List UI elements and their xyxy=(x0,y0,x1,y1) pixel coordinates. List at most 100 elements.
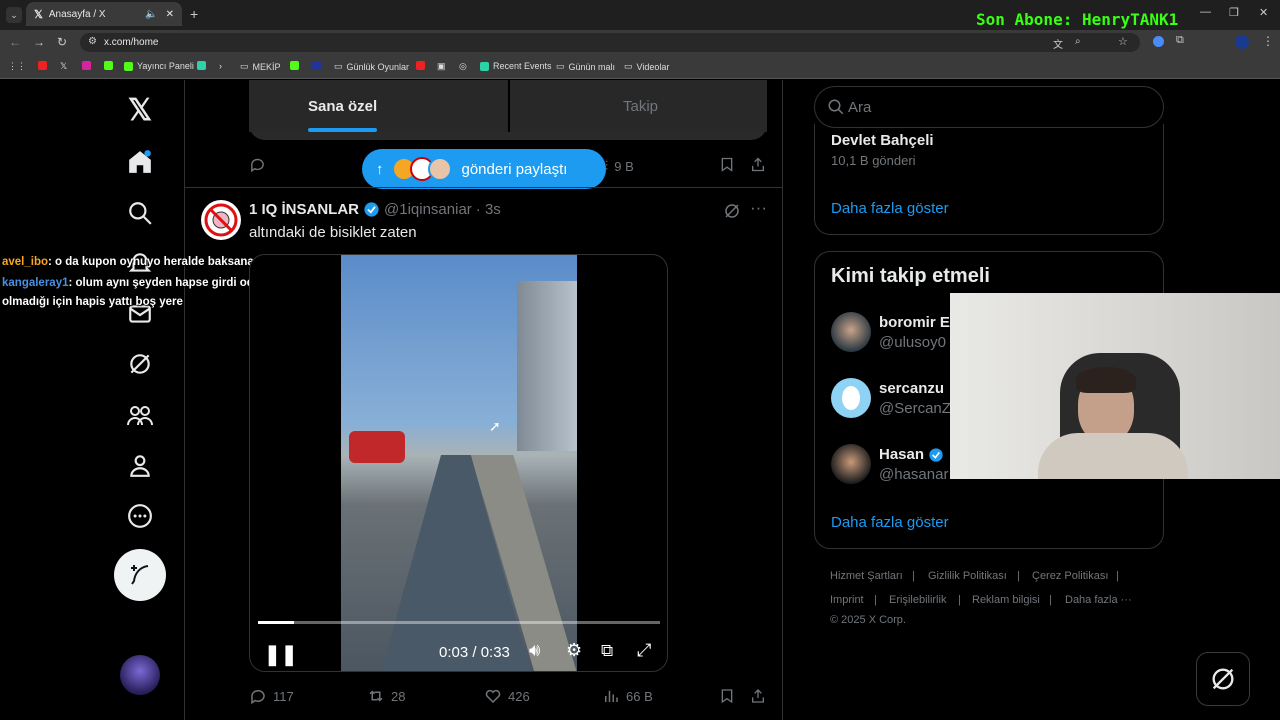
footer-link-accessibility[interactable]: Erişilebilirlik xyxy=(889,594,946,606)
apps-grid-icon[interactable]: ⋮⋮ xyxy=(8,61,26,72)
volume-icon[interactable]: 🔊︎ xyxy=(529,640,540,661)
kick-bookmark-icon[interactable] xyxy=(104,61,113,70)
trends-show-more-link[interactable]: Daha fazla göster xyxy=(831,200,949,217)
back-icon[interactable]: ← xyxy=(9,35,21,49)
left-navigation: 𝕏 xyxy=(0,80,185,720)
post-author-avatar[interactable] xyxy=(201,200,241,240)
x-favicon-icon: 𝕏 xyxy=(34,8,43,21)
browser-tab[interactable]: 𝕏 Anasayfa / X 🔈 ✕ xyxy=(26,2,182,26)
extensions-puzzle-icon[interactable]: ⧉ xyxy=(1176,34,1184,47)
footer-link-cookies[interactable]: Çerez Politikası xyxy=(1032,570,1108,582)
home-icon[interactable] xyxy=(120,142,160,182)
window-minimize-button[interactable]: — xyxy=(1200,6,1211,18)
bookmark-yayinci-paneli[interactable]: Yayıncı Paneli xyxy=(124,61,194,71)
extension-icon[interactable] xyxy=(1153,36,1164,47)
footer-link-imprint[interactable]: Imprint xyxy=(830,594,864,606)
bookmark-icon-1[interactable] xyxy=(197,61,206,70)
bookmark-folder-mekip[interactable]: ▭ MEKİP xyxy=(240,61,281,72)
explore-search-icon[interactable] xyxy=(120,193,160,233)
instagram-bookmark-icon[interactable] xyxy=(82,61,91,70)
post-time[interactable]: · 3s xyxy=(476,201,501,218)
post-author-name[interactable]: 1 IQ İNSANLAR xyxy=(249,201,359,218)
url-text: x.com/home xyxy=(104,37,159,48)
suggestion-handle: @hasanar xyxy=(879,466,949,483)
bookmark-icon xyxy=(721,157,733,172)
translate-icon[interactable]: 文 xyxy=(1053,36,1063,51)
search-icon xyxy=(828,99,844,115)
compose-post-button[interactable] xyxy=(114,549,166,601)
communities-icon[interactable] xyxy=(120,395,160,435)
new-posts-pill[interactable]: ↑ gönderi paylaştı xyxy=(362,149,606,189)
address-bar-row: ← → ↻ ⚙ x.com/home 文 ⌕ ☆ ⧉ ⋮ xyxy=(0,30,1280,55)
reply-button[interactable]: 117 xyxy=(249,687,294,705)
tab-search-icon[interactable]: ⌄ xyxy=(6,7,22,23)
profile-avatar[interactable] xyxy=(1235,35,1249,49)
profile-icon[interactable] xyxy=(120,445,160,485)
zoom-icon[interactable]: ⌕ xyxy=(1075,36,1081,47)
prev-bookmark-button[interactable] xyxy=(719,156,735,173)
globe-bookmark-icon[interactable]: ◎ xyxy=(459,61,467,72)
address-bar[interactable]: ⚙ x.com/home 文 ⌕ ☆ xyxy=(80,33,1140,52)
tab-following[interactable]: Takip xyxy=(508,80,767,132)
new-tab-button[interactable]: + xyxy=(190,6,198,22)
more-options-icon[interactable] xyxy=(120,496,160,536)
post-handle[interactable]: @1iqinsaniar xyxy=(384,201,472,218)
browser-tab-bar: ⌄ 𝕏 Anasayfa / X 🔈 ✕ + Son Abone: HenryT… xyxy=(0,0,1280,30)
forward-icon[interactable]: → xyxy=(33,35,45,49)
grok-icon[interactable] xyxy=(120,344,160,384)
video-time: 0:03 / 0:33 xyxy=(439,644,510,661)
footer-sep: | xyxy=(912,570,915,582)
tab-for-you[interactable]: Sana özel xyxy=(249,80,508,132)
bookmark-icon-2[interactable]: › xyxy=(219,61,222,71)
stream-overlay-last-sub: Son Abone: HenryTANK1 xyxy=(976,10,1179,29)
bookmark-folder-videolar[interactable]: ▭ Videolar xyxy=(624,61,669,72)
footer-link-more[interactable]: Daha fazla ··· xyxy=(1065,594,1132,606)
youtube-bookmark-icon[interactable] xyxy=(38,61,47,70)
x-bookmark-icon[interactable]: 𝕏 xyxy=(60,61,67,72)
prev-share-button[interactable] xyxy=(750,156,766,173)
bookmark-folder-gunun-mali[interactable]: ▭ Günün malı xyxy=(556,61,615,72)
bookmark-star-icon[interactable]: ☆ xyxy=(1118,35,1128,48)
prev-views-button[interactable]: ⫶ 9 B xyxy=(605,158,634,174)
tab-close-icon[interactable]: ✕ xyxy=(166,9,174,20)
like-button[interactable]: 426 xyxy=(484,687,530,705)
settings-gear-icon[interactable]: ⚙ xyxy=(566,640,582,661)
bookmark-recent-events[interactable]: Recent Events xyxy=(480,61,552,71)
repost-button[interactable]: 28 xyxy=(367,687,405,705)
prev-reply-button[interactable] xyxy=(249,156,266,173)
footer-link-terms[interactable]: Hizmet Şartları xyxy=(830,570,903,582)
grok-floating-button[interactable] xyxy=(1196,652,1250,706)
browser-menu-icon[interactable]: ⋮ xyxy=(1262,34,1274,48)
share-button[interactable] xyxy=(750,687,766,705)
search-input[interactable]: Ara xyxy=(814,86,1164,128)
video-car xyxy=(349,431,405,463)
fullscreen-icon[interactable]: ⤢ xyxy=(637,640,651,661)
video-progress-track[interactable] xyxy=(258,621,660,624)
image-bookmark-icon[interactable]: ▣ xyxy=(437,61,446,72)
kick-bookmark-icon-2[interactable] xyxy=(290,61,299,70)
post-more-icon[interactable]: ··· xyxy=(750,198,767,218)
pause-button[interactable]: ❚❚ xyxy=(264,642,298,667)
account-avatar[interactable] xyxy=(120,655,160,695)
footer-link-ads-info[interactable]: Reklam bilgisi xyxy=(972,594,1040,606)
reload-icon[interactable]: ↻ xyxy=(57,35,67,49)
window-maximize-button[interactable]: ❐ xyxy=(1229,6,1239,19)
active-tab-indicator xyxy=(308,128,377,132)
site-info-icon[interactable]: ⚙ xyxy=(88,36,97,47)
trend-item[interactable]: Devlet Bahçeli 10,1 B gönderi xyxy=(831,132,934,168)
bookmark-icon-3[interactable] xyxy=(312,61,321,70)
youtube-bookmark-icon-2[interactable] xyxy=(416,61,425,70)
folder-icon: ▭ xyxy=(240,61,249,71)
post-video-player[interactable]: ❚❚ 0:03 / 0:33 🔊︎ ⚙ ⧉ ⤢ xyxy=(249,254,668,672)
chat-message-3: olmadığı için hapis yattı boş yere xyxy=(2,296,183,308)
footer-link-privacy[interactable]: Gizlilik Politikası xyxy=(928,570,1007,582)
x-logo-icon[interactable]: 𝕏 xyxy=(120,90,160,130)
bookmark-folder-gunluk-oyunlar[interactable]: ▭ Günlük Oyunlar xyxy=(334,61,409,72)
follow-show-more-link[interactable]: Daha fazla göster xyxy=(831,514,949,531)
picture-in-picture-icon[interactable]: ⧉ xyxy=(601,641,613,661)
tab-audio-icon[interactable]: 🔈 xyxy=(145,9,157,20)
window-close-button[interactable]: ✕ xyxy=(1259,6,1268,19)
views-button[interactable]: 66 B xyxy=(602,687,653,705)
post-grok-icon[interactable] xyxy=(723,202,741,225)
bookmark-button[interactable] xyxy=(719,687,735,705)
